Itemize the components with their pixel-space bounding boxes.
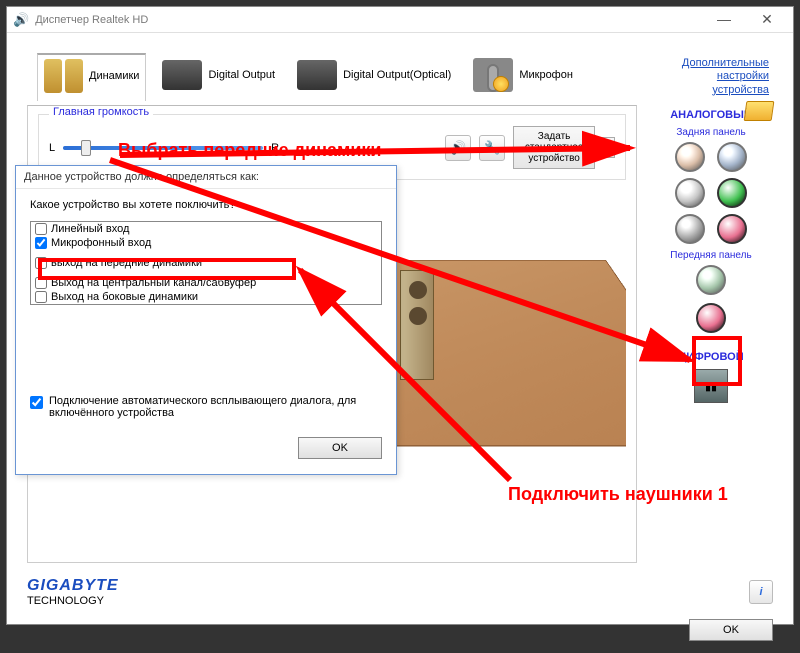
dialog-ok-button[interactable]: OK bbox=[298, 437, 382, 459]
brand-tagline: TECHNOLOGY bbox=[27, 595, 104, 607]
tab-mic-label: Микрофон bbox=[519, 69, 573, 81]
set-default-device-button[interactable]: Задать стандартное устройство bbox=[513, 126, 595, 169]
jack-rear-blue[interactable] bbox=[717, 142, 747, 172]
option-line-in[interactable]: Линейный вход bbox=[31, 222, 381, 236]
digital-header: ЦИФРОВОЙ bbox=[647, 351, 775, 363]
jack-panel: АНАЛОГОВЫЙ Задняя панель Передняя панель… bbox=[647, 105, 775, 563]
tab-digital-optical-label: Digital Output(Optical) bbox=[343, 69, 451, 81]
close-button[interactable]: ✕ bbox=[747, 11, 787, 28]
mute-button[interactable]: 🔊 bbox=[445, 135, 471, 161]
device-tabs: Динамики Digital Output Digital Output(O… bbox=[7, 33, 793, 101]
digital-jack[interactable]: ▮▮ bbox=[694, 369, 728, 403]
auto-popup-label: Подключение автоматического всплывающего… bbox=[49, 395, 382, 419]
set-default-dropdown[interactable]: ▼ bbox=[595, 137, 615, 158]
app-icon: 🔊 bbox=[13, 12, 29, 28]
advanced-settings-link[interactable]: Дополнительные настройки устройства bbox=[682, 57, 769, 97]
jack-rear-orange[interactable] bbox=[675, 142, 705, 172]
checkbox-mic-in[interactable] bbox=[35, 237, 47, 249]
jack-rear-black[interactable] bbox=[675, 214, 705, 244]
speakers-icon bbox=[65, 59, 83, 93]
checkbox-front-out[interactable] bbox=[35, 257, 47, 269]
front-panel-label: Передняя панель bbox=[647, 250, 775, 261]
main-ok-button[interactable]: OK bbox=[689, 619, 773, 641]
speakers-icon bbox=[44, 59, 62, 93]
info-button[interactable]: i bbox=[749, 580, 773, 604]
checkbox-auto-popup[interactable] bbox=[30, 396, 43, 409]
checkbox-line-in[interactable] bbox=[35, 223, 47, 235]
digital-icon bbox=[162, 60, 202, 90]
device-options-list: Линейный вход Микрофонный вход выход на … bbox=[30, 221, 382, 305]
mic-icon bbox=[473, 58, 513, 92]
jack-rear-green[interactable] bbox=[717, 178, 747, 208]
footer: GIGABYTE TECHNOLOGY i bbox=[7, 571, 793, 613]
dialog-title: Данное устройство должно определяться ка… bbox=[16, 166, 396, 189]
tab-digital-optical[interactable]: Digital Output(Optical) bbox=[291, 56, 457, 98]
titlebar: 🔊 Диспетчер Realtek HD — ✕ bbox=[7, 7, 793, 33]
folder-icon[interactable] bbox=[744, 101, 775, 121]
jack-front-green[interactable] bbox=[696, 265, 726, 295]
option-side-speakers-out[interactable]: Выход на боковые динамики bbox=[31, 290, 381, 304]
jack-rear-grey[interactable] bbox=[675, 178, 705, 208]
tab-digital-output[interactable]: Digital Output bbox=[156, 56, 281, 98]
checkbox-side-out[interactable] bbox=[35, 291, 47, 303]
tab-microphone[interactable]: Микрофон bbox=[467, 54, 579, 100]
device-detect-dialog: Данное устройство должно определяться ка… bbox=[15, 165, 397, 475]
window-title: Диспетчер Realtek HD bbox=[35, 14, 148, 26]
dialog-prompt: Какое устройство вы хотете поключить? bbox=[30, 199, 382, 211]
tab-digital-label: Digital Output bbox=[208, 69, 275, 81]
digital-optical-icon bbox=[297, 60, 337, 90]
tab-speakers-label: Динамики bbox=[89, 70, 139, 82]
rear-panel-label: Задняя панель bbox=[647, 127, 775, 138]
option-mic-in[interactable]: Микрофонный вход bbox=[31, 236, 381, 250]
option-center-sub-out[interactable]: Выход на центральный канал/сабвуфер bbox=[31, 276, 381, 290]
option-front-speakers-out[interactable]: выход на передние динамики bbox=[31, 256, 381, 270]
tab-speakers[interactable]: Динамики bbox=[37, 53, 146, 101]
minimize-button[interactable]: — bbox=[704, 11, 744, 27]
balance-slider[interactable] bbox=[63, 146, 263, 150]
front-right-speaker[interactable] bbox=[400, 270, 434, 380]
settings-button[interactable]: 🔧 bbox=[479, 135, 505, 161]
balance-left-label: L bbox=[49, 142, 55, 154]
brand-logo: GIGABYTE bbox=[27, 577, 119, 595]
volume-legend: Главная громкость bbox=[49, 106, 153, 118]
jack-rear-pink[interactable] bbox=[717, 214, 747, 244]
checkbox-center-out[interactable] bbox=[35, 277, 47, 289]
balance-right-label: R bbox=[271, 142, 279, 154]
jack-front-pink[interactable] bbox=[696, 303, 726, 333]
